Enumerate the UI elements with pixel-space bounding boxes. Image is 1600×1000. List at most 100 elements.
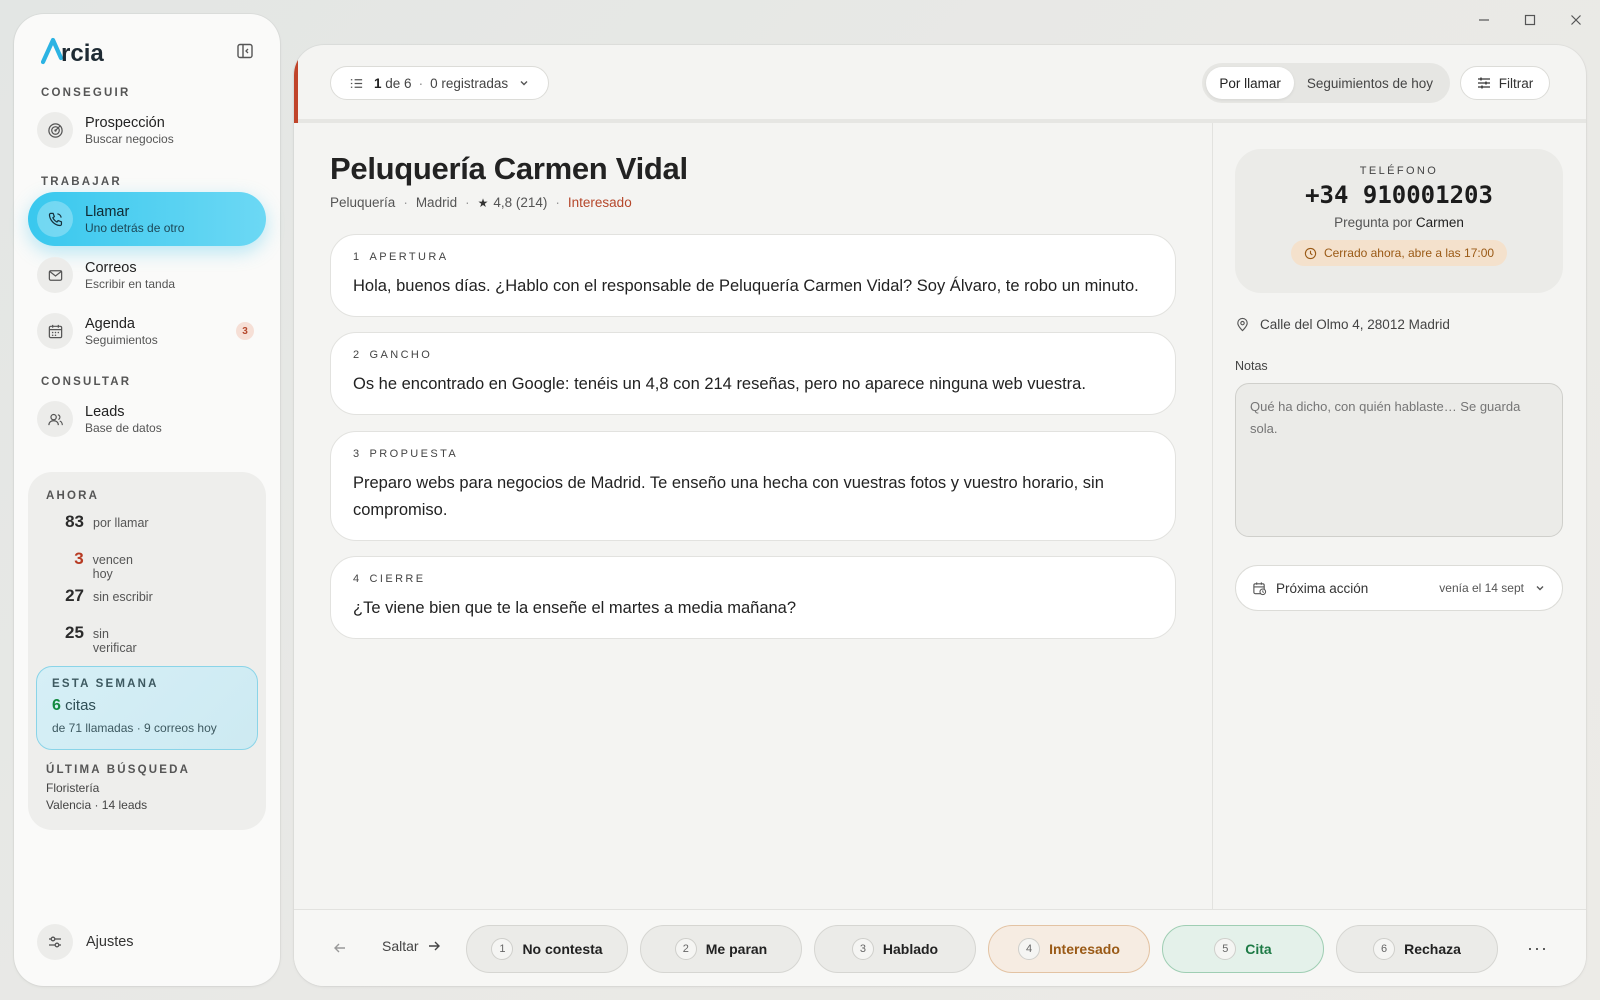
status-badge: Interesado [567, 195, 632, 210]
outcome-rechaza-button[interactable]: 6 Rechaza [1336, 925, 1498, 973]
stat-label: sin escribir [93, 590, 153, 604]
more-options-icon[interactable]: ··· [1527, 938, 1548, 959]
contact-panel: TELÉFONO +34 910001203 Pregunta por Carm… [1212, 123, 1586, 909]
sidebar: rcia CONSEGUIR Prospección Buscar negoci… [14, 14, 280, 986]
script-step-text: Preparo webs para negocios de Madrid. Te… [353, 474, 1104, 519]
outcome-hablado-button[interactable]: 3 Hablado [814, 925, 976, 973]
script-card-apertura: 1 APERTURA Hola, buenos días. ¿Hablo con … [330, 234, 1176, 317]
sidebar-item-correos[interactable]: Correos Escribir en tanda [28, 248, 266, 302]
stat-label: sin verificar [92, 627, 137, 655]
lead-content: Peluquería Carmen Vidal Peluquería · Mad… [294, 123, 1212, 909]
last-search[interactable]: ÚLTIMA BÚSQUEDA Floristería Valencia · 1… [46, 764, 190, 814]
filter-button[interactable]: Filtrar [1460, 66, 1550, 100]
close-icon[interactable] [1566, 10, 1586, 30]
stat-label: por llamar [93, 516, 149, 530]
week-label: ESTA SEMANA [52, 678, 159, 690]
outcome-bar: Saltar 1 No contesta 2 Me paran 3 Hablad… [294, 909, 1586, 986]
star-icon: ★ [477, 195, 489, 210]
sidebar-item-prospeccion[interactable]: Prospección Buscar negocios [28, 103, 266, 157]
skip-button[interactable]: Saltar [382, 938, 441, 954]
address[interactable]: Calle del Olmo 4, 28012 Madrid [1235, 317, 1450, 332]
arcia-logo-icon: rcia [41, 37, 104, 66]
next-action-value: venía el 14 sept [1439, 581, 1524, 595]
sidebar-item-leads[interactable]: Leads Base de datos [28, 392, 266, 446]
sidebar-item-subtitle: Base de datos [85, 420, 162, 435]
sidebar-item-llamar[interactable]: Llamar Uno detrás de otro [28, 192, 266, 246]
shortcut-key: 5 [1214, 938, 1237, 960]
week-summary-card[interactable]: ESTA SEMANA 6 citas de 71 llamadas · 9 c… [36, 666, 258, 750]
phone-number[interactable]: +34 910001203 [1235, 181, 1563, 209]
stat-number: 25 [65, 623, 84, 642]
sidebar-item-subtitle: Escribir en tanda [85, 276, 176, 291]
outcome-cita-button[interactable]: 5 Cita [1162, 925, 1324, 973]
ask-for-name: Carmen [1415, 215, 1464, 230]
calendar-icon [37, 313, 73, 349]
previous-lead-icon[interactable] [332, 940, 348, 956]
settings-label: Ajustes [86, 934, 134, 950]
script-step-label: GANCHO [369, 349, 433, 361]
now-label: AHORA [46, 490, 100, 502]
outcome-label: Rechaza [1404, 941, 1461, 957]
sidebar-item-subtitle: Uno detrás de otro [85, 220, 185, 235]
filter-label: Filtrar [1498, 75, 1534, 91]
notes-field[interactable] [1235, 383, 1563, 537]
stat-vencen-hoy[interactable]: 3 vencen hoy [46, 549, 156, 581]
script-step-label: PROPUESTA [369, 448, 459, 460]
lead-counter-dropdown[interactable]: 1 de 6 · 0 registradas [330, 66, 550, 100]
sidebar-item-title: Correos [85, 259, 137, 276]
next-action-dropdown[interactable]: Próxima acción venía el 14 sept [1235, 565, 1563, 611]
maximize-icon[interactable] [1520, 10, 1540, 30]
sidebar-item-agenda[interactable]: Agenda Seguimientos 3 [28, 304, 266, 358]
outcome-label: Hablado [882, 941, 939, 957]
chevron-down-icon [1536, 586, 1544, 591]
opening-hours-badge: Cerrado ahora, abre a las 17:00 [1291, 240, 1507, 266]
week-count: 6 [52, 697, 61, 714]
week-value: 6 citas [52, 697, 96, 715]
phone-icon [37, 201, 73, 237]
script-step-text: ¿Te viene bien que te la enseñe el marte… [353, 599, 797, 617]
counter-total: de 6 [385, 75, 412, 91]
stat-label: vencen hoy [92, 553, 133, 581]
last-search-label: ÚLTIMA BÚSQUEDA [46, 764, 191, 776]
window-controls [1474, 10, 1586, 30]
settings-button[interactable]: Ajustes [37, 924, 134, 960]
script-card-gancho: 2 GANCHO Os he encontrado en Google: tené… [330, 332, 1176, 415]
outcome-interesado-button[interactable]: 4 Interesado [988, 925, 1150, 973]
sidebar-item-title: Prospección [85, 114, 165, 131]
skip-label: Saltar [382, 938, 419, 954]
business-meta: Peluquería · Madrid · ★ 4,8 (214) · Inte… [330, 195, 632, 210]
stat-por-llamar[interactable]: 83 por llamar [46, 512, 156, 532]
week-detail: de 71 llamadas · 9 correos hoy [52, 721, 217, 735]
address-text: Calle del Olmo 4, 28012 Madrid [1260, 317, 1450, 332]
clock-icon [1304, 247, 1317, 259]
script-step-label: APERTURA [369, 251, 449, 263]
notes-label: Notas [1235, 359, 1268, 373]
outcome-no-contesta-button[interactable]: 1 No contesta [466, 925, 628, 973]
outcome-me-paran-button[interactable]: 2 Me paran [640, 925, 802, 973]
sidebar-item-title: Leads [85, 403, 125, 420]
section-label-trabajar: TRABAJAR [41, 176, 122, 188]
app-logo[interactable]: rcia [41, 36, 129, 66]
phone-card: TELÉFONO +34 910001203 Pregunta por Carm… [1235, 149, 1563, 293]
agenda-count-badge: 3 [236, 322, 254, 340]
shortcut-key: 2 [674, 938, 697, 960]
script-step-number: 3 [353, 448, 362, 460]
stat-sin-escribir[interactable]: 27 sin escribir [46, 586, 156, 606]
shortcut-key: 4 [1018, 938, 1041, 960]
section-label-conseguir: CONSEGUIR [41, 87, 131, 99]
stat-number: 83 [65, 512, 84, 531]
script-step-number: 2 [353, 349, 362, 361]
collapse-sidebar-icon[interactable] [236, 42, 254, 60]
opening-hours-text: Cerrado ahora, abre a las 17:00 [1323, 246, 1495, 260]
minimize-icon[interactable] [1474, 10, 1494, 30]
phone-label: TELÉFONO [1359, 165, 1439, 177]
list-icon [350, 78, 363, 88]
stat-sin-verificar[interactable]: 25 sin verificar [46, 623, 156, 655]
tab-seguimientos-hoy[interactable]: Seguimientos de hoy [1294, 67, 1446, 99]
chevron-down-icon [520, 81, 528, 86]
tab-por-llamar[interactable]: Por llamar [1206, 67, 1294, 99]
stat-number: 27 [65, 586, 84, 605]
business-name: Peluquería Carmen Vidal [330, 151, 688, 186]
week-unit: citas [65, 697, 96, 714]
outcome-label: No contesta [522, 941, 603, 957]
